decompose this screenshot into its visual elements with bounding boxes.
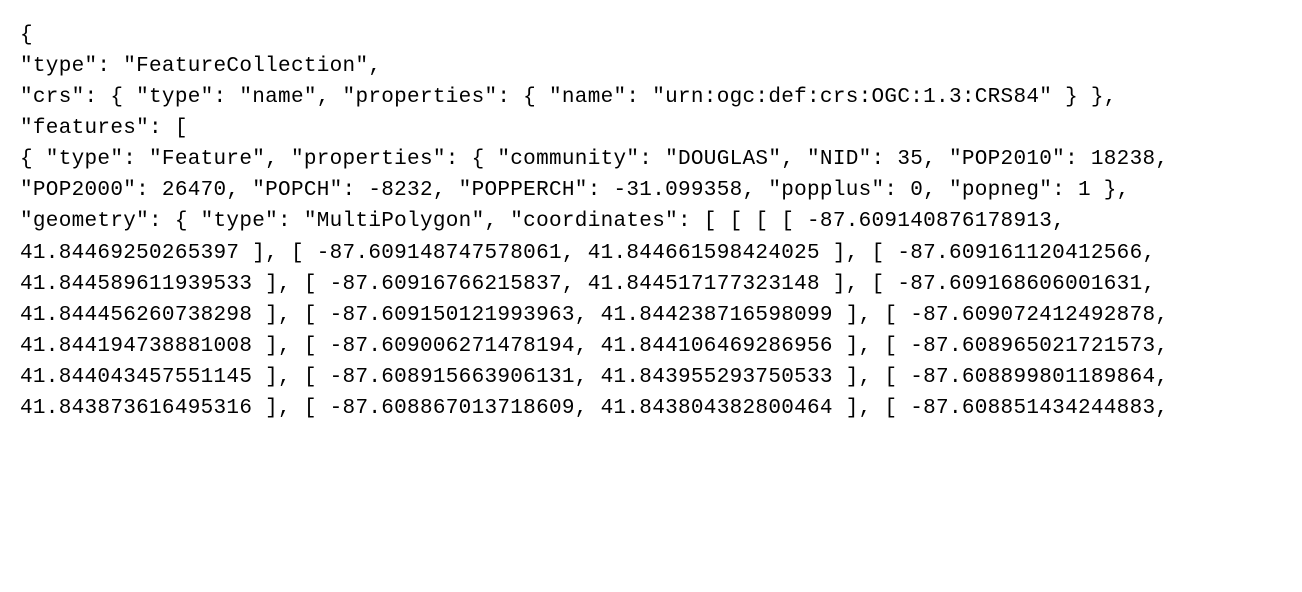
code-content: { "type": "FeatureCollection", "crs": { …	[20, 24, 1181, 420]
geojson-code-block: { "type": "FeatureCollection", "crs": { …	[20, 20, 1280, 424]
